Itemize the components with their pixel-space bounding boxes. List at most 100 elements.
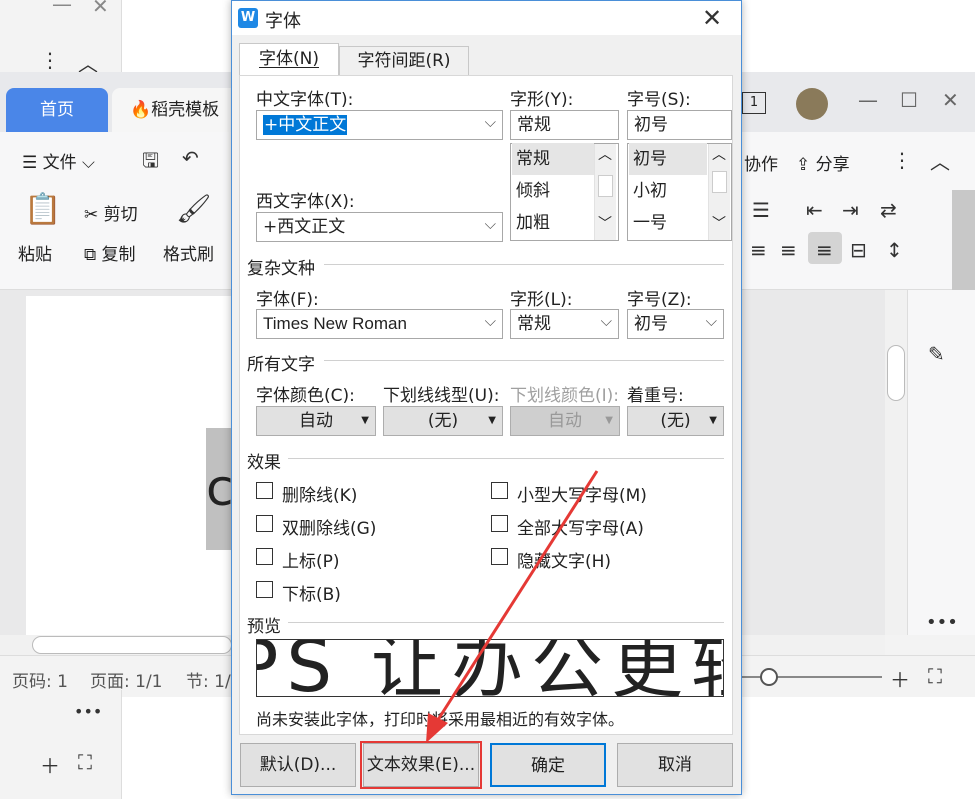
complex-size-select[interactable]: 初号 [627,309,724,339]
document-page [26,296,236,636]
scroll-up-icon[interactable]: ︿ [598,144,612,164]
font-color-value: 自动 [299,411,333,431]
dialog-title: 字体 [265,11,301,32]
outdent-icon[interactable]: ⇤ [806,198,823,222]
divider [324,264,724,265]
underline-value: (无) [427,411,459,431]
distribute-icon[interactable]: ⊟ [850,238,867,262]
style-list-item[interactable]: 常规 [512,143,594,175]
format-painter-button[interactable]: 格式刷 [163,240,214,265]
tab-font[interactable]: 字体(N) [239,43,339,76]
background-window-bottom: ••• ＋ ⛶ [0,690,122,799]
collab-label: 协作 [744,155,778,175]
emphasis-label: 着重号: [627,386,684,406]
double-strikethrough-label[interactable]: 双删除线(G) [282,514,376,539]
cn-font-value: +中文正文 [263,115,348,135]
maximize-icon[interactable]: ☐ [900,88,918,112]
zoom-in-icon[interactable]: ＋ [40,750,60,779]
tab-font-label: 字体(N) [259,49,319,69]
scroll-thumb[interactable] [712,171,727,193]
strikethrough-checkbox[interactable] [256,482,273,499]
scroll-thumb[interactable] [887,345,905,401]
subscript-label[interactable]: 下标(B) [282,580,341,605]
pen-icon[interactable]: ✎ [928,342,945,366]
paste-button[interactable]: 粘贴 [18,240,52,265]
hscroll-thumb[interactable] [32,636,232,654]
default-button-label: 默认(D)... [259,755,337,775]
more-icon[interactable]: ⋮ [40,48,60,72]
underline-color-label: 下划线颜色(I): [510,386,620,406]
save-icon[interactable]: 🖫 [142,146,159,180]
more-dots-icon[interactable]: ••• [926,612,958,633]
complex-style-select[interactable]: 常规 [510,309,619,339]
dialog-close-icon[interactable]: ✕ [702,4,722,32]
close-icon[interactable]: ✕ [92,0,109,18]
cancel-button[interactable]: 取消 [617,743,733,787]
file-menu[interactable]: ☰ 文件 ⌵ [22,148,95,173]
size-list-item[interactable]: 一号 [629,207,707,239]
zoom-in-icon[interactable]: ＋ [890,664,910,693]
scroll-down-icon[interactable]: ﹀ [712,213,726,233]
size-input[interactable]: 初号 [627,110,732,140]
chevron-up-icon[interactable]: ︿ [930,146,950,175]
size-list-item[interactable]: 初号 [629,143,707,175]
minimize-icon[interactable]: — [858,88,878,112]
underline-select[interactable]: (无) ▼ [383,406,503,436]
emphasis-select[interactable]: (无) ▼ [627,406,724,436]
scroll-thumb[interactable] [598,175,613,197]
divider [288,458,724,459]
cut-button[interactable]: ✂ 剪切 [84,200,138,225]
divider [324,360,724,361]
list-icon[interactable]: ☰ [752,198,770,222]
cn-font-select[interactable]: +中文正文 [256,110,503,140]
tab-home-label: 首页 [40,100,74,120]
undo-icon[interactable]: ↶ [182,146,199,170]
superscript-label[interactable]: 上标(P) [282,547,340,572]
line-spacing-icon[interactable]: ↕ [886,238,903,262]
annotation-arrow [426,470,599,743]
copy-button[interactable]: ⧉ 复制 [84,240,136,265]
style-list-item[interactable]: 加粗 [512,207,594,239]
minimize-icon[interactable]: — [52,0,72,16]
default-button[interactable]: 默认(D)... [240,743,356,787]
scroll-up-icon[interactable]: ︿ [712,144,726,164]
fit-icon[interactable]: ⛶ [928,664,942,688]
format-painter-icon[interactable]: 🖌 [176,192,212,225]
paste-icon[interactable]: 📋 [24,192,61,227]
style-input[interactable]: 常规 [510,110,619,140]
strikethrough-label[interactable]: 删除线(K) [282,481,357,506]
share-button[interactable]: ⇪ 分享 [796,150,850,175]
ribbon-scroll[interactable] [952,190,975,290]
tab-spacing[interactable]: 字符间距(R) [339,46,469,75]
align-right-icon[interactable]: ≡ [780,238,797,262]
scroll-down-icon[interactable]: ﹀ [598,213,612,233]
complex-font-select[interactable]: Times New Roman [256,309,503,339]
docer-icon: 🔥 [130,100,152,120]
more-icon[interactable]: ⋮ [892,148,912,172]
subscript-checkbox[interactable] [256,581,273,598]
style-label: 字形(Y): [510,90,574,110]
more-dots-icon[interactable]: ••• [74,702,102,721]
tab-template[interactable]: 🔥稻壳模板 [112,88,242,132]
double-strikethrough-checkbox[interactable] [256,515,273,532]
fit-icon[interactable]: ⛶ [78,750,92,774]
close-icon[interactable]: ✕ [942,88,959,112]
collab-button[interactable]: 协作 [744,150,778,175]
file-menu-label: 文件 [42,153,77,173]
style-list-item[interactable]: 倾斜 [512,175,594,207]
zoom-knob[interactable] [760,668,778,686]
layout-icon[interactable]: 1 [742,92,766,114]
superscript-checkbox[interactable] [256,548,273,565]
font-color-select[interactable]: 自动 ▼ [256,406,376,436]
west-font-select[interactable]: +西文正文 [256,212,503,242]
vertical-scrollbar[interactable] [885,290,907,635]
cn-font-label: 中文字体(T): [256,90,354,110]
size-list-item[interactable]: 小初 [629,175,707,207]
indent-icon[interactable]: ⇥ [842,198,859,222]
align-center-icon[interactable]: ≡ [750,238,767,262]
avatar[interactable] [796,88,828,120]
cut-label: 剪切 [103,205,138,225]
selected-text[interactable]: c [206,428,232,550]
text-direction-icon[interactable]: ⇄ [880,198,897,222]
tab-home[interactable]: 首页 [6,88,108,132]
